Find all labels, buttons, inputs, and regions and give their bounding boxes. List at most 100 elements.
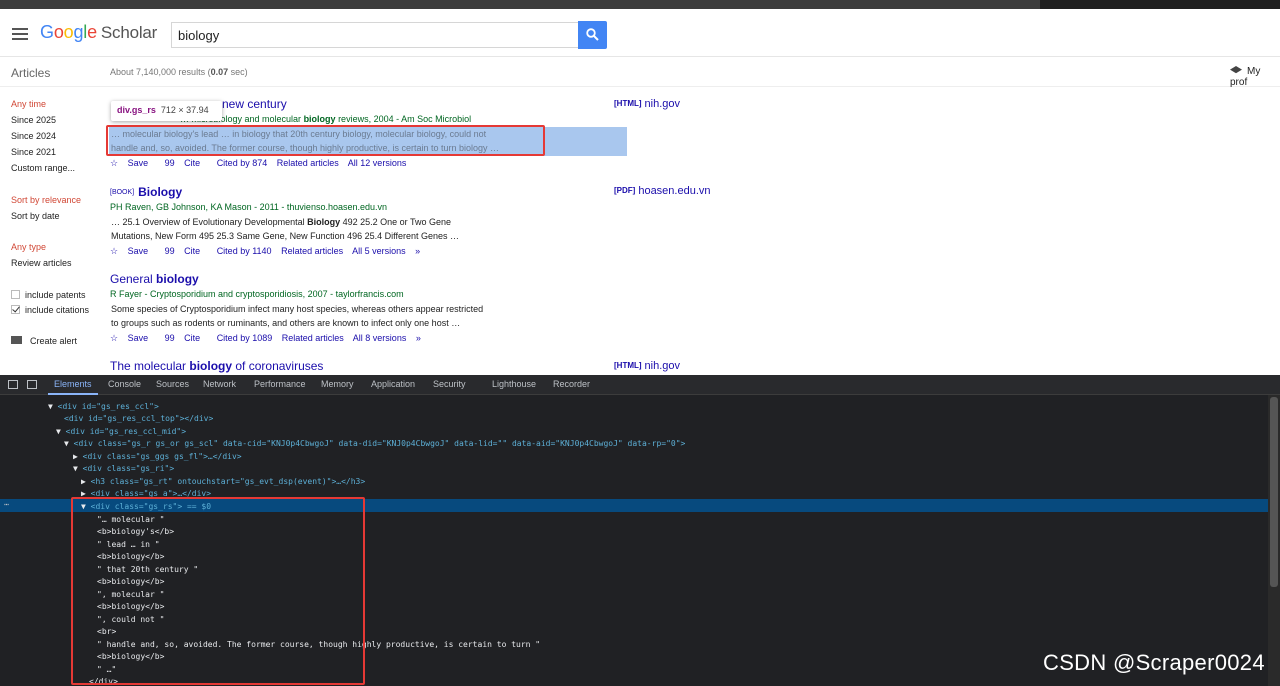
result-fulltext-link[interactable]: [HTML] nih.gov <box>614 360 680 372</box>
menu-icon[interactable] <box>12 28 28 40</box>
snippet-keyword: Biology <box>307 217 341 227</box>
filter-custom-range[interactable]: Custom range... <box>11 163 75 173</box>
tab-security[interactable]: Security <box>433 379 466 389</box>
all-versions-link[interactable]: All 8 versions <box>353 333 407 343</box>
dom-line: <div class="gs_r gs_or gs_scl" data-cid=… <box>73 439 686 448</box>
dom-line: <div id="gs_res_ccl"> <box>57 402 159 411</box>
dom-node[interactable]: ▶ <div class="gs_ggs gs_fl">…</div> <box>73 452 242 461</box>
result-title[interactable]: General biology <box>110 272 199 286</box>
result-snippet-line: … 25.1 Overview of Evolutionary Developm… <box>111 215 451 229</box>
cite-link[interactable]: 99 Cite <box>165 246 208 256</box>
related-articles-link[interactable]: Related articles <box>282 333 344 343</box>
result-title[interactable]: new century <box>222 97 287 111</box>
save-link[interactable]: ☆ Save <box>110 158 155 168</box>
result-fulltext-link[interactable]: [HTML] nih.gov <box>614 98 680 110</box>
inspect-element-icon[interactable] <box>8 380 18 389</box>
filter-since-2021[interactable]: Since 2021 <box>11 147 56 157</box>
related-articles-link[interactable]: Related articles <box>277 158 339 168</box>
dom-node[interactable]: ▼ <div id="gs_res_ccl"> <box>48 402 159 411</box>
dom-line: <div class="gs_ggs gs_fl">…</div> <box>82 452 242 461</box>
my-profile-link[interactable]: My prof <box>1230 66 1280 88</box>
checkbox-checked-icon <box>11 305 20 314</box>
active-tab-indicator <box>48 393 98 395</box>
result-title-text: Biology <box>138 185 183 199</box>
checkbox-icon <box>11 290 20 299</box>
dom-node[interactable]: ▶ <h3 class="gs_rt" ontouchstart="gs_evt… <box>81 477 365 486</box>
result-fulltext-link[interactable]: [PDF] hoasen.edu.vn <box>614 185 711 197</box>
meta-keyword: biology <box>303 114 336 124</box>
result-title-text: The molecular <box>110 359 190 373</box>
include-citations-checkbox[interactable]: include citations <box>11 305 89 315</box>
filter-since-2024[interactable]: Since 2024 <box>11 131 56 141</box>
sort-by-relevance[interactable]: Sort by relevance <box>11 195 81 205</box>
tab-elements[interactable]: Elements <box>54 379 92 389</box>
stats-time: 0.07 <box>210 67 229 77</box>
meta-text: reviews, 2004 - Am Soc Microbiol <box>335 114 472 124</box>
related-articles-link[interactable]: Related articles <box>281 246 343 256</box>
filter-any-type[interactable]: Any type <box>11 242 46 252</box>
device-toolbar-icon[interactable] <box>27 380 37 389</box>
inspect-tooltip: div.gs_rs 712 × 37.94 <box>111 101 222 121</box>
create-alert-button[interactable]: Create alert <box>11 336 77 346</box>
dom-node[interactable]: ▼ <div class="gs_r gs_or gs_scl" data-ci… <box>64 439 685 448</box>
result-snippet-line: Some species of Cryptosporidium infect m… <box>111 304 484 314</box>
result-snippet-line: Mutations, New Form 495 25.3 Same Gene, … <box>111 231 460 241</box>
logo-letter: o <box>53 22 64 42</box>
tab-recorder[interactable]: Recorder <box>553 379 590 389</box>
tab-lighthouse[interactable]: Lighthouse <box>492 379 536 389</box>
result-title[interactable]: [BOOK] Biology <box>110 185 182 199</box>
logo-letter: o <box>63 22 74 42</box>
results-subheader: Articles About 7,140,000 results (0.07 s… <box>0 57 1280 88</box>
tab-console[interactable]: Console <box>108 379 141 389</box>
dom-node[interactable]: ▼ <div class="gs_ri"> <box>73 464 174 473</box>
envelope-icon <box>11 336 22 344</box>
sort-by-date[interactable]: Sort by date <box>11 211 60 221</box>
tab-performance[interactable]: Performance <box>254 379 306 389</box>
google-scholar-logo[interactable]: Google Scholar <box>40 22 157 43</box>
result-meta: … microbiology and molecular biology rev… <box>180 114 471 124</box>
cited-by-link[interactable]: Cited by 1140 <box>217 246 272 256</box>
cite-link[interactable]: 99 Cite <box>165 158 208 168</box>
tab-sources[interactable]: Sources <box>156 379 189 389</box>
filter-review-articles[interactable]: Review articles <box>11 258 72 268</box>
cite-link[interactable]: 99 Cite <box>165 333 208 343</box>
scrollbar-thumb[interactable] <box>1270 397 1278 587</box>
save-link[interactable]: ☆ Save <box>110 333 155 343</box>
more-icon[interactable]: » <box>415 246 420 256</box>
devtools-scrollbar[interactable] <box>1268 395 1280 686</box>
include-patents-checkbox[interactable]: include patents <box>11 290 86 300</box>
quote-icon: 99 <box>164 158 175 168</box>
include-patents-label: include patents <box>25 290 86 300</box>
tooltip-dimensions: 712 × 37.94 <box>160 105 209 115</box>
search-button[interactable] <box>578 21 607 49</box>
dom-node[interactable]: ▼ <div id="gs_res_ccl_mid"> <box>56 427 186 436</box>
more-icon[interactable]: » <box>416 333 421 343</box>
row-ellipsis-icon[interactable]: ⋯ <box>4 500 9 509</box>
scholar-header: Google Scholar biology <box>0 9 1280 57</box>
result-title[interactable]: The molecular biology of coronaviruses <box>110 359 323 373</box>
all-versions-link[interactable]: All 5 versions <box>352 246 406 256</box>
tab-application[interactable]: Application <box>371 379 415 389</box>
all-versions-link[interactable]: All 12 versions <box>348 158 407 168</box>
result-snippet-line: to groups such as rodents or ruminants, … <box>111 318 461 328</box>
result-meta: PH Raven, GB Johnson, KA Mason - 2011 - … <box>110 202 388 212</box>
logo-letter: g <box>73 22 84 42</box>
fulltext-domain: nih.gov <box>644 98 681 110</box>
expand-arrow-icon: ▼ <box>73 464 78 473</box>
save-link[interactable]: ☆ Save <box>110 246 155 256</box>
dom-line: <div id="gs_res_ccl_mid"> <box>65 427 187 436</box>
filter-any-time[interactable]: Any time <box>11 99 46 109</box>
tab-network[interactable]: Network <box>203 379 236 389</box>
result-type-tag: [BOOK] <box>110 189 135 196</box>
cited-by-link[interactable]: Cited by 874 <box>217 158 268 168</box>
logo-letter: e <box>87 22 97 42</box>
cite-label: Cite <box>184 158 201 168</box>
create-alert-label: Create alert <box>30 336 78 346</box>
filter-since-2025[interactable]: Since 2025 <box>11 115 56 125</box>
search-input[interactable]: biology <box>171 22 579 48</box>
tab-memory[interactable]: Memory <box>321 379 354 389</box>
cite-label: Cite <box>184 246 201 256</box>
cited-by-link[interactable]: Cited by 1089 <box>217 333 273 343</box>
dom-node[interactable]: <div id="gs_res_ccl_top"></div> <box>64 414 213 423</box>
watermark: CSDN @Scraper0024 <box>1043 650 1265 675</box>
